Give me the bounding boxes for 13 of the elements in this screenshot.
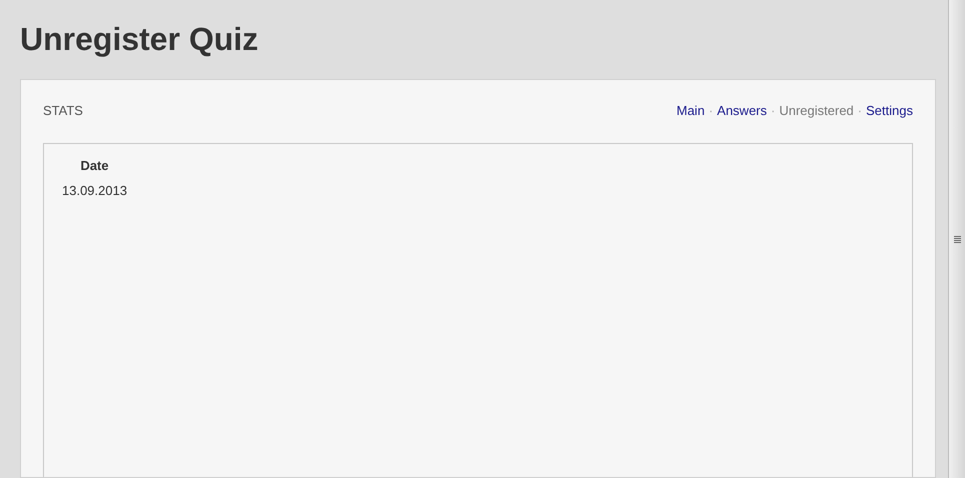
nav-link[interactable]: Settings bbox=[866, 101, 913, 120]
nav-link[interactable]: Answers bbox=[717, 101, 767, 120]
scrollbar[interactable] bbox=[948, 0, 965, 478]
table-cell-text: 13.09.2013 bbox=[61, 182, 128, 200]
separator: · bbox=[708, 102, 714, 120]
separator: · bbox=[770, 102, 776, 120]
column-header: Date bbox=[79, 156, 110, 174]
nav-current[interactable]: Unregistered bbox=[779, 101, 854, 120]
grip-icon bbox=[954, 236, 960, 242]
section-heading: STATS bbox=[43, 102, 83, 120]
nav-link[interactable]: Main bbox=[676, 101, 705, 120]
page-title: Unregister Quiz bbox=[20, 20, 258, 59]
separator: · bbox=[858, 102, 862, 120]
